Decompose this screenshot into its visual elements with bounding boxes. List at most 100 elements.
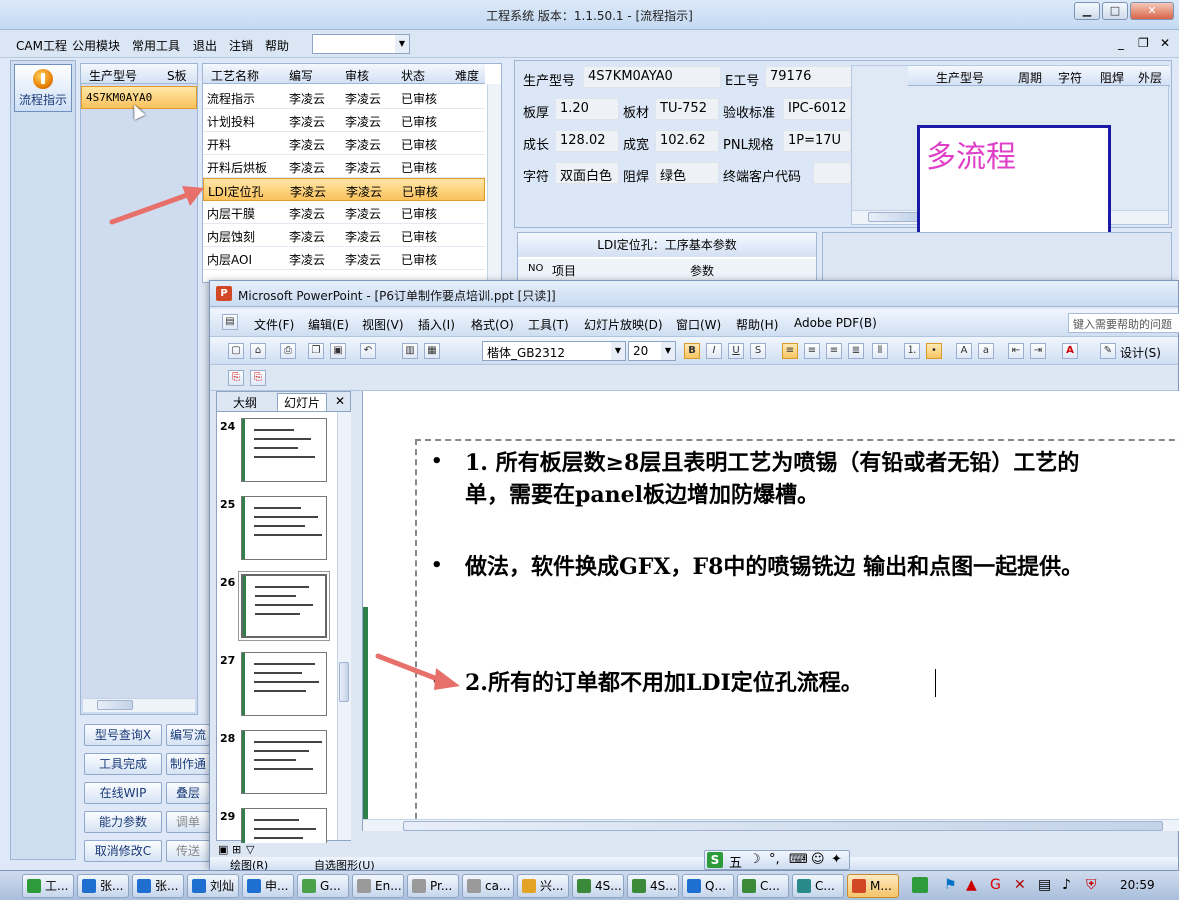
table-row[interactable]: 内层蚀刻 李凌云 李凌云 已审核 bbox=[203, 224, 485, 247]
design-button[interactable]: 设计(S) bbox=[1120, 344, 1161, 361]
write-flow-button[interactable]: 编写流 bbox=[166, 724, 210, 746]
menu-exit[interactable]: 退出 bbox=[193, 37, 217, 54]
taskbar-button[interactable]: C... bbox=[792, 874, 844, 898]
scroll-thumb[interactable] bbox=[97, 700, 133, 710]
bullets-icon[interactable]: • bbox=[926, 343, 942, 359]
menu-public-module[interactable]: 公用模块 bbox=[72, 37, 120, 54]
scroll-thumb[interactable] bbox=[403, 821, 1163, 831]
taskbar-button[interactable]: 张... bbox=[77, 874, 129, 898]
shadow-icon[interactable]: S bbox=[750, 343, 766, 359]
scroll-thumb[interactable] bbox=[868, 212, 918, 222]
online-wip-button[interactable]: 在线WIP bbox=[84, 782, 162, 804]
decrease-font-icon[interactable]: a bbox=[978, 343, 994, 359]
menu-combo[interactable]: ▼ bbox=[312, 34, 410, 54]
increase-font-icon[interactable]: A bbox=[956, 343, 972, 359]
taskbar-button[interactable]: 兴... bbox=[517, 874, 569, 898]
slide-thumbnail[interactable] bbox=[241, 730, 327, 794]
taskbar-button[interactable]: En... bbox=[352, 874, 404, 898]
taskbar-button[interactable]: ca... bbox=[462, 874, 514, 898]
tray-x-icon[interactable]: ✕ bbox=[1014, 877, 1026, 893]
pdf-icon[interactable]: ⎘ bbox=[228, 370, 244, 386]
table-row[interactable]: 开料 李凌云 李凌云 已审核 bbox=[203, 132, 485, 155]
tray-network-icon[interactable]: ▤ bbox=[1038, 877, 1051, 893]
table-row[interactable]: 内层AOI 李凌云 李凌云 已审核 bbox=[203, 247, 485, 270]
taskbar-button[interactable]: Pr... bbox=[407, 874, 459, 898]
ppt-menu-adobe[interactable]: Adobe PDF(B) bbox=[794, 316, 877, 330]
table-row[interactable]: 流程指示 李凌云 李凌云 已审核 bbox=[203, 86, 485, 109]
adjust-order-button[interactable]: 调单 bbox=[166, 811, 210, 833]
increase-indent-icon[interactable]: ⇥ bbox=[1030, 343, 1046, 359]
taskbar-button[interactable]: 申... bbox=[242, 874, 294, 898]
table-row[interactable]: 计划投料 李凌云 李凌云 已审核 bbox=[203, 109, 485, 132]
minimize-button[interactable]: ▁ bbox=[1074, 2, 1100, 20]
menu-help[interactable]: 帮助 bbox=[265, 37, 289, 54]
mdi-minimize-icon[interactable]: _ bbox=[1118, 36, 1124, 50]
ppt-menu-file[interactable]: 文件(F) bbox=[254, 316, 294, 333]
underline-icon[interactable]: U bbox=[728, 343, 744, 359]
slide-canvas[interactable]: • 1. 所有板层数≥8层且表明工艺为喷锡（有铅或者无铅）工艺的 单，需要在pa… bbox=[362, 391, 1179, 831]
mdi-restore-icon[interactable]: ❐ bbox=[1138, 36, 1149, 50]
slide-thumbnail[interactable] bbox=[238, 571, 330, 641]
close-button[interactable]: ✕ bbox=[1130, 2, 1174, 20]
transfer-button[interactable]: 传送 bbox=[166, 840, 210, 862]
tab-slides[interactable]: 幻灯片 bbox=[277, 393, 328, 411]
ppt-menu-format[interactable]: 格式(O) bbox=[471, 316, 514, 333]
slideshow-view-icon[interactable]: ▽ bbox=[246, 843, 254, 856]
tray-g-icon[interactable]: G bbox=[990, 877, 1001, 893]
table-row[interactable]: LDI定位孔 李凌云 李凌云 已审核 bbox=[203, 178, 485, 201]
cancel-modify-button[interactable]: 取消修改C bbox=[84, 840, 162, 862]
stackup-button[interactable]: 叠层 bbox=[166, 782, 210, 804]
process-grid-vscroll[interactable] bbox=[487, 84, 501, 282]
wrench-icon[interactable]: ✦ bbox=[831, 852, 842, 867]
slide-thumbnail[interactable] bbox=[241, 496, 327, 560]
make-notice-button[interactable]: 制作通 bbox=[166, 753, 210, 775]
menu-common-tools[interactable]: 常用工具 bbox=[132, 37, 180, 54]
clock[interactable]: 20:59 bbox=[1120, 878, 1155, 892]
slides-pane-vscroll[interactable] bbox=[337, 412, 351, 840]
table-icon[interactable]: ▦ bbox=[424, 343, 440, 359]
ppt-help-search[interactable]: 键入需要帮助的问题 bbox=[1068, 313, 1179, 333]
decrease-indent-icon[interactable]: ⇤ bbox=[1008, 343, 1024, 359]
tray-flag-icon[interactable]: ⚑ bbox=[944, 877, 957, 893]
flow-indicator-button[interactable]: 流程指示 bbox=[14, 64, 72, 112]
moon-icon[interactable]: ☽ bbox=[749, 852, 761, 867]
design-icon[interactable]: ✎ bbox=[1100, 343, 1116, 359]
paste-icon[interactable]: ▣ bbox=[330, 343, 346, 359]
punctuation-icon[interactable]: °, bbox=[769, 852, 780, 867]
pdf-settings-icon[interactable]: ⎘ bbox=[250, 370, 266, 386]
model-query-button[interactable]: 型号查询X bbox=[84, 724, 162, 746]
ime-mode[interactable]: 五 bbox=[729, 852, 742, 871]
open-icon[interactable]: ⌂ bbox=[250, 343, 266, 359]
user-icon[interactable]: ☺ bbox=[811, 852, 825, 867]
align-center-icon[interactable]: ≡ bbox=[804, 343, 820, 359]
close-pane-icon[interactable]: ✕ bbox=[335, 394, 345, 408]
taskbar-button[interactable]: 工... bbox=[22, 874, 74, 898]
new-icon[interactable]: ▢ bbox=[228, 343, 244, 359]
ppt-menu-view[interactable]: 视图(V) bbox=[362, 316, 404, 333]
ppt-menu-help[interactable]: 帮助(H) bbox=[736, 316, 778, 333]
taskbar-button[interactable]: M... bbox=[847, 874, 899, 898]
taskbar-button[interactable]: 刘灿 bbox=[187, 874, 239, 898]
tray-volume-icon[interactable]: ♪ bbox=[1062, 877, 1071, 893]
normal-view-icon[interactable]: ▣ bbox=[218, 843, 228, 856]
slide-thumbnail[interactable] bbox=[241, 418, 327, 482]
italic-icon[interactable]: I bbox=[706, 343, 722, 359]
keyboard-icon[interactable]: ⌨ bbox=[789, 852, 808, 867]
numbering-icon[interactable]: ⒈ bbox=[904, 343, 920, 359]
bold-icon[interactable]: B bbox=[684, 343, 700, 359]
ppt-menu-insert[interactable]: 插入(I) bbox=[418, 316, 455, 333]
taskbar-button[interactable]: Q... bbox=[682, 874, 734, 898]
slide-hscroll[interactable] bbox=[363, 819, 1179, 831]
copy-icon[interactable]: ❐ bbox=[308, 343, 324, 359]
scroll-thumb[interactable] bbox=[339, 662, 349, 702]
tab-outline[interactable]: 大纲 bbox=[233, 394, 257, 411]
taskbar-button[interactable]: 张... bbox=[132, 874, 184, 898]
print-icon[interactable]: ⎙ bbox=[280, 343, 296, 359]
table-row[interactable]: 内层干膜 李凌云 李凌云 已审核 bbox=[203, 201, 485, 224]
undo-icon[interactable]: ↶ bbox=[360, 343, 376, 359]
slide-thumbnail[interactable] bbox=[241, 652, 327, 716]
capability-params-button[interactable]: 能力参数 bbox=[84, 811, 162, 833]
menu-cam[interactable]: CAM工程 bbox=[16, 37, 67, 54]
table-row[interactable]: 开料后烘板 李凌云 李凌云 已审核 bbox=[203, 155, 485, 178]
taskbar-button[interactable]: 4S... bbox=[627, 874, 679, 898]
